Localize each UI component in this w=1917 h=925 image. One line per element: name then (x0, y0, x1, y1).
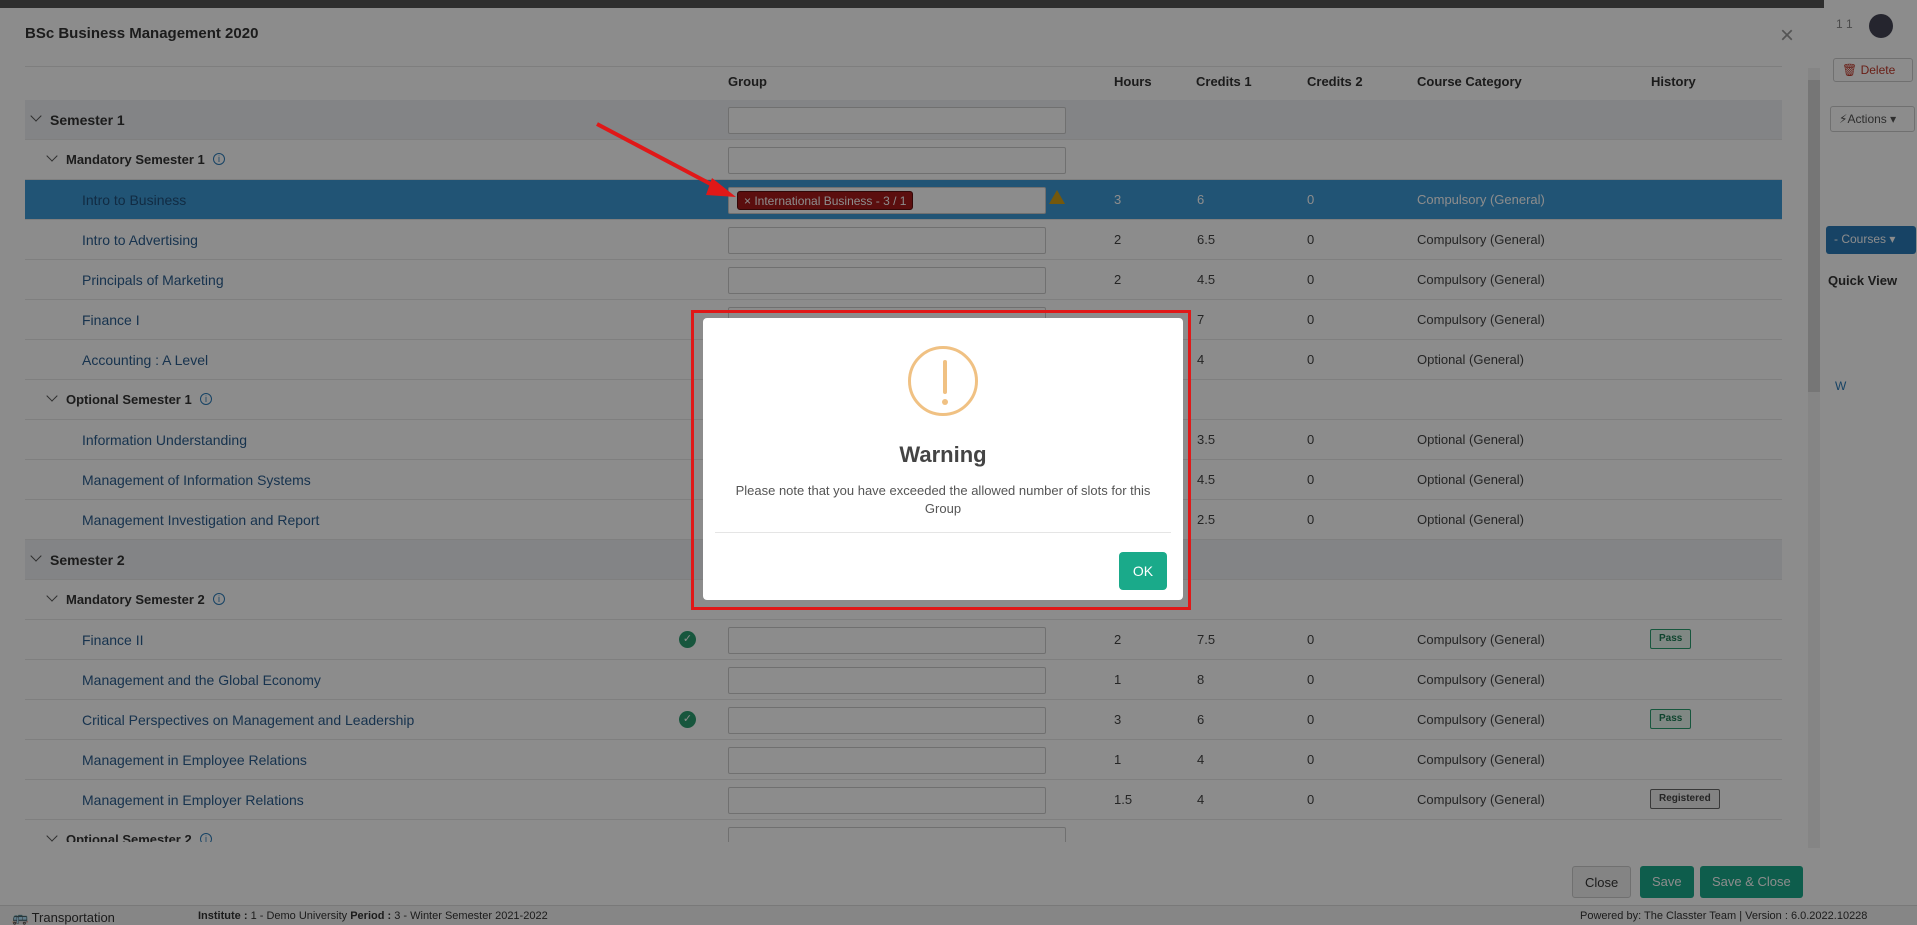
ok-button[interactable]: OK (1119, 552, 1167, 590)
warning-title: Warning (899, 442, 987, 467)
exclamation-dot (942, 399, 948, 405)
warning-dialog: Warning Please note that you have exceed… (703, 318, 1183, 600)
exclamation-bar (943, 360, 947, 394)
warning-message: Please note that you have exceeded the a… (735, 483, 1151, 516)
exclamation-icon (908, 346, 978, 416)
divider (715, 532, 1171, 533)
